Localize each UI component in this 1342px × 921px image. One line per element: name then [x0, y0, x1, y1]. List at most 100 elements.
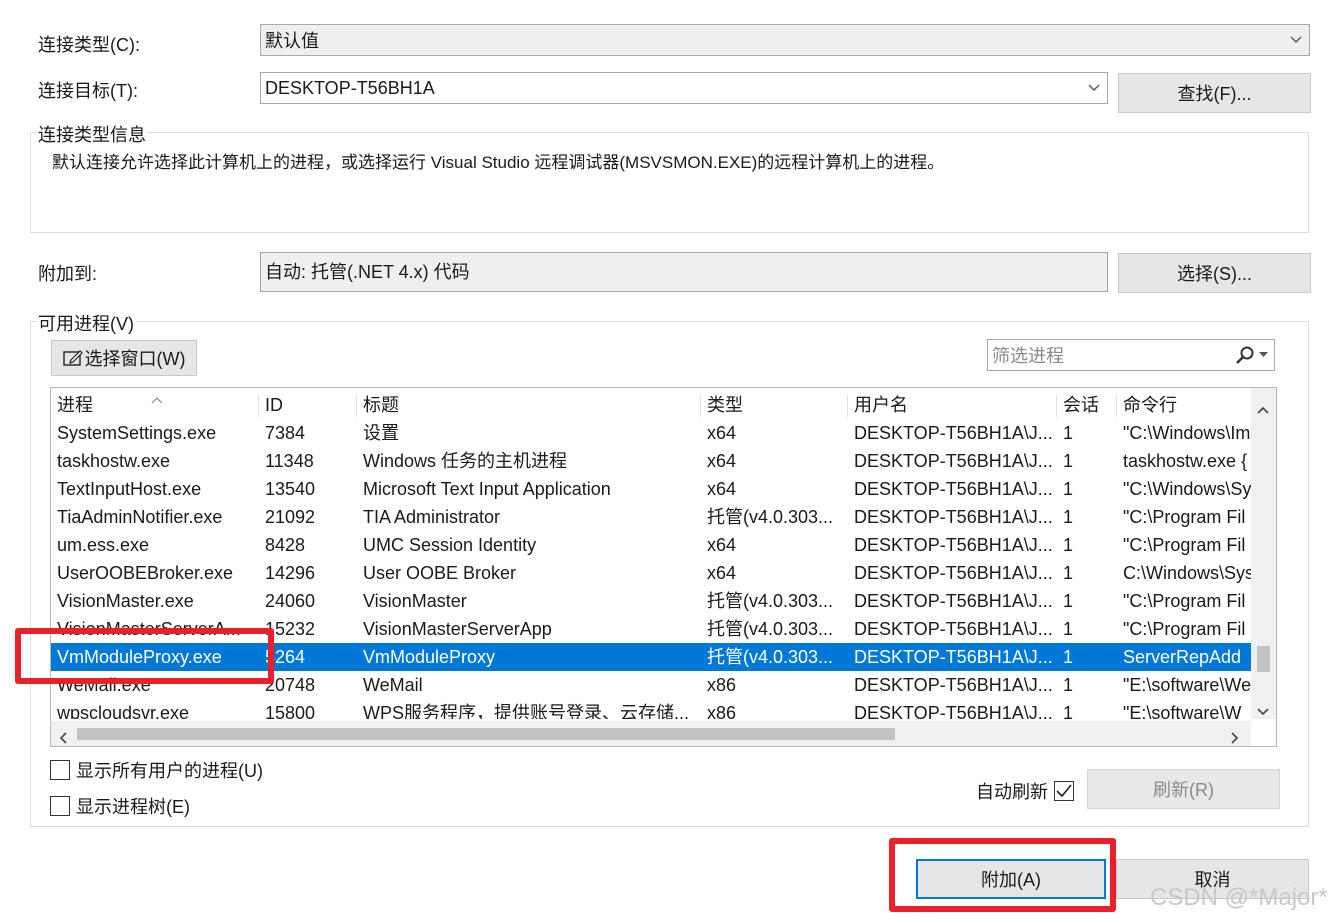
column-separator[interactable]	[847, 395, 848, 417]
col-id-cell: 8428	[265, 535, 306, 555]
column-separator[interactable]	[1056, 395, 1057, 417]
col-commandline-cell: "C:\Windows\Im	[1123, 423, 1251, 443]
header-col-session[interactable]: 会话	[1057, 391, 1115, 419]
col-id-cell: 24060	[265, 591, 316, 611]
auto-refresh-label: 自动刷新	[976, 782, 1048, 802]
col-commandline-cell: "C:\Windows\Sy	[1123, 479, 1251, 499]
column-separator[interactable]	[356, 395, 357, 417]
col-commandline-cell: ServerRepAdd	[1123, 647, 1242, 667]
table-row[interactable]: WeMail.exe 20748 WeMail x86 DESKTOP-T56BH1A\…	[51, 671, 1251, 699]
attach-button[interactable]: 附加(A)	[916, 859, 1106, 899]
col-id-cell: 20748	[265, 675, 316, 695]
connection-info-legend: 连接类型信息	[38, 121, 148, 147]
chevron-down-icon	[1283, 25, 1309, 55]
col-title-cell: VisionMaster	[363, 591, 467, 611]
process-table-header: 进程 ID 标题 类型 用户名 会话 命令行	[51, 391, 1251, 419]
show-process-tree-checkbox[interactable]	[50, 796, 70, 816]
find-button[interactable]: 查找(F)...	[1118, 73, 1311, 113]
col-title-cell: User OOBE Broker	[363, 563, 517, 583]
col-username-cell: DESKTOP-T56BH1A\J...	[854, 479, 1053, 499]
connection-type-value: 默认值	[265, 31, 319, 51]
header-col-id[interactable]: ID	[259, 391, 355, 419]
table-row[interactable]: wpscloudsvr.exe 15800 WPS服务程序，提供账号登录、云存储..…	[51, 699, 1251, 719]
col-session-cell: 1	[1063, 703, 1074, 719]
header-col-username[interactable]: 用户名	[848, 391, 1055, 419]
show-all-users-option[interactable]: 显示所有用户的进程(U)	[50, 757, 263, 783]
connection-target-combobox[interactable]: DESKTOP-T56BH1A	[260, 72, 1108, 104]
col-type-cell: 托管(v4.0.303...	[707, 647, 834, 667]
col-id-cell: 15232	[265, 619, 316, 639]
table-row[interactable]: VisionMasterServerA... 15232 VisionMasterS…	[51, 615, 1251, 643]
search-icon[interactable]	[1235, 345, 1274, 365]
col-title-cell: 设置	[363, 423, 399, 443]
table-row[interactable]: VisionMaster.exe 24060 VisionMaster 托管(v4.0…	[51, 587, 1251, 615]
show-process-tree-label: 显示进程树(E)	[76, 797, 190, 817]
refresh-button[interactable]: 刷新(R)	[1087, 769, 1280, 809]
col-session-cell: 1	[1063, 423, 1074, 443]
show-process-tree-option[interactable]: 显示进程树(E)	[50, 793, 190, 819]
scroll-down-icon[interactable]	[1257, 700, 1269, 721]
header-col-type[interactable]: 类型	[701, 391, 846, 419]
auto-refresh-option[interactable]: 自动刷新	[976, 778, 1074, 804]
scroll-right-icon[interactable]	[1231, 728, 1239, 746]
col-username-cell: DESKTOP-T56BH1A\J...	[854, 563, 1053, 583]
col-commandline-cell: "E:\software\We	[1123, 675, 1251, 695]
horizontal-scroll-thumb[interactable]	[77, 728, 895, 740]
table-row[interactable]: taskhostw.exe 11348 Windows 任务的主机进程 x64 DESK…	[51, 447, 1251, 475]
col-process-cell: VmModuleProxy.exe	[57, 647, 222, 667]
col-type-cell: 托管(v4.0.303...	[707, 507, 834, 527]
col-title-cell: WeMail	[363, 675, 423, 695]
col-session-cell: 1	[1063, 507, 1074, 527]
header-col-commandline[interactable]: 命令行	[1117, 391, 1251, 419]
table-row[interactable]: UserOOBEBroker.exe 14296 User OOBE Broker x…	[51, 559, 1251, 587]
col-title-cell: VisionMasterServerApp	[363, 619, 552, 639]
col-session-cell: 1	[1063, 479, 1074, 499]
show-all-users-checkbox[interactable]	[50, 760, 70, 780]
filter-process-placeholder: 筛选进程	[992, 346, 1064, 366]
connection-target-label: 连接目标(T):	[38, 81, 138, 101]
process-table[interactable]: 进程 ID 标题 类型 用户名 会话 命令行 SystemSettings.exe 7384 设…	[50, 387, 1277, 747]
col-commandline-cell: "C:\Program Fil	[1123, 619, 1246, 639]
select-code-type-button[interactable]: 选择(S)...	[1118, 253, 1311, 293]
table-row[interactable]: um.ess.exe 8428 UMC Session Identity x64 DES…	[51, 531, 1251, 559]
col-username-cell: DESKTOP-T56BH1A\J...	[854, 591, 1053, 611]
process-table-body[interactable]: SystemSettings.exe 7384 设置 x64 DESKTOP-T56BH…	[51, 419, 1251, 719]
select-window-button[interactable]: 选择窗口(W)	[51, 340, 197, 376]
auto-refresh-checkbox[interactable]	[1054, 781, 1074, 801]
col-session-cell: 1	[1063, 563, 1074, 583]
filter-process-input[interactable]: 筛选进程	[987, 339, 1275, 371]
horizontal-scrollbar[interactable]	[51, 721, 1251, 746]
col-id-cell: 14296	[265, 563, 316, 583]
scroll-left-icon[interactable]	[59, 728, 67, 746]
table-row[interactable]: TiaAdminNotifier.exe 21092 TIA Administrat…	[51, 503, 1251, 531]
scroll-up-icon[interactable]	[1257, 398, 1269, 419]
column-separator[interactable]	[1116, 395, 1117, 417]
col-title-cell: WPS服务程序，提供账号登录、云存储...	[363, 703, 690, 719]
col-username-cell: DESKTOP-T56BH1A\J...	[854, 675, 1053, 695]
select-window-icon	[62, 349, 83, 367]
col-session-cell: 1	[1063, 647, 1074, 667]
col-session-cell: 1	[1063, 535, 1074, 555]
table-row[interactable]: TextInputHost.exe 13540 Microsoft Text Inp…	[51, 475, 1251, 503]
vertical-scrollbar[interactable]	[1251, 388, 1276, 719]
table-row[interactable]: SystemSettings.exe 7384 设置 x64 DESKTOP-T56BH…	[51, 419, 1251, 447]
show-all-users-label: 显示所有用户的进程(U)	[76, 761, 263, 781]
column-separator[interactable]	[258, 395, 259, 417]
column-separator[interactable]	[700, 395, 701, 417]
col-username-cell: DESKTOP-T56BH1A\J...	[854, 451, 1053, 471]
watermark-text: CSDN @*Major*	[1150, 884, 1328, 911]
col-id-cell: 21092	[265, 507, 316, 527]
col-type-cell: x64	[707, 423, 737, 443]
table-row[interactable]: VmModuleProxy.exe 5264 VmModuleProxy 托管(v4.…	[51, 643, 1251, 671]
connection-type-dropdown[interactable]: 默认值	[260, 24, 1310, 56]
col-process-cell: wpscloudsvr.exe	[57, 703, 190, 719]
col-process-cell: TiaAdminNotifier.exe	[57, 507, 223, 527]
col-session-cell: 1	[1063, 451, 1074, 471]
header-col-title[interactable]: 标题	[357, 391, 699, 419]
select-window-label: 选择窗口(W)	[84, 349, 186, 369]
col-type-cell: 托管(v4.0.303...	[707, 591, 834, 611]
col-username-cell: DESKTOP-T56BH1A\J...	[854, 703, 1053, 719]
col-type-cell: x64	[707, 535, 737, 555]
col-id-cell: 7384	[265, 423, 306, 443]
vertical-scroll-thumb[interactable]	[1257, 646, 1270, 672]
